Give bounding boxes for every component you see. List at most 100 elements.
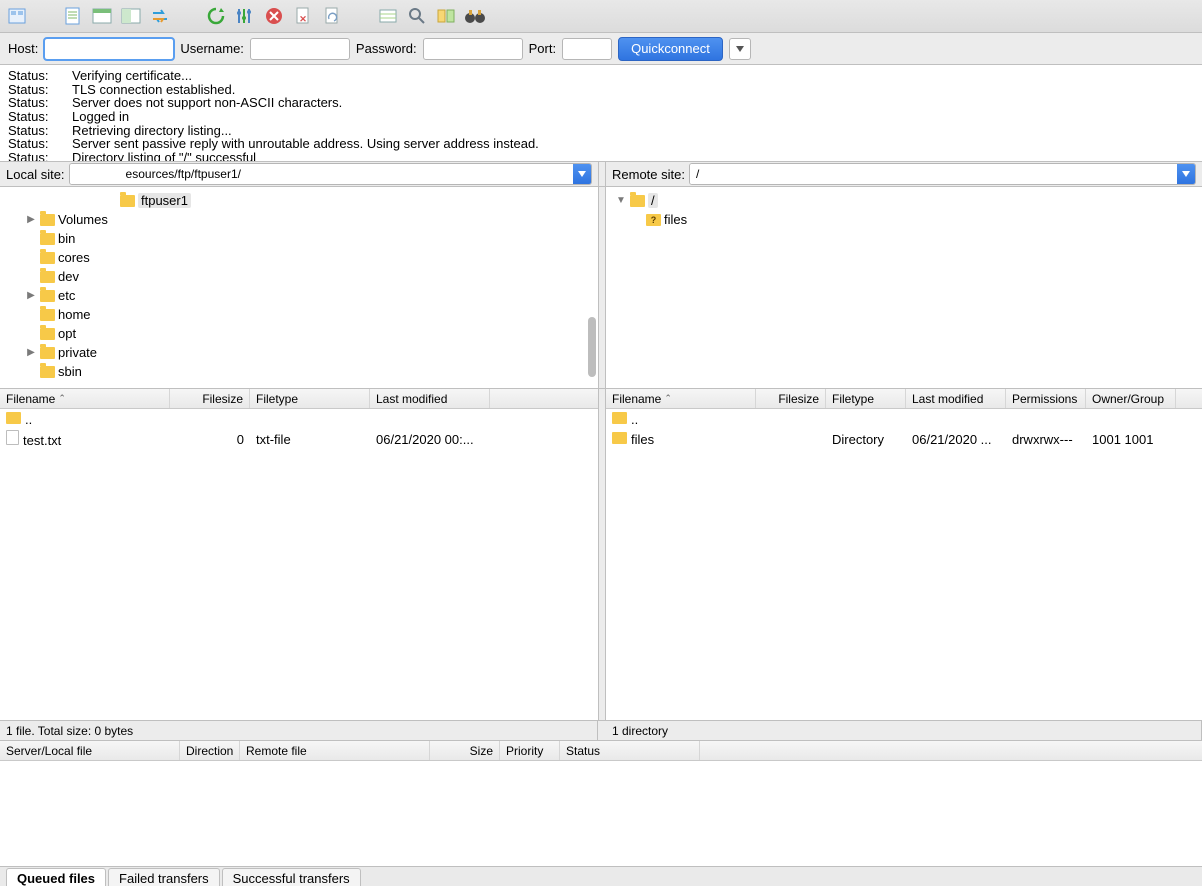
log-label: Status: — [8, 96, 52, 110]
host-input[interactable] — [44, 38, 174, 60]
refresh-icon[interactable] — [203, 3, 229, 29]
log-row: Status:Server sent passive reply with un… — [8, 137, 1194, 151]
sync-icon[interactable] — [147, 3, 173, 29]
local-list-body[interactable]: ..test.txt0txt-file06/21/2020 00:... — [0, 409, 598, 720]
folder-icon — [6, 412, 21, 424]
chevron-down-icon[interactable] — [1177, 164, 1195, 184]
list-item[interactable]: .. — [0, 409, 598, 429]
remote-site-input[interactable] — [690, 164, 1177, 184]
vertical-splitter[interactable] — [598, 187, 606, 388]
local-site-combo[interactable] — [69, 163, 592, 185]
local-file-list: Filename⌃ Filesize Filetype Last modifie… — [0, 389, 598, 720]
vertical-splitter[interactable] — [598, 162, 606, 186]
tab-successful-transfers[interactable]: Successful transfers — [222, 868, 361, 886]
disclosure-triangle-icon[interactable]: ▶ — [25, 214, 37, 225]
col-priority[interactable]: Priority — [500, 741, 560, 760]
disclosure-triangle-icon[interactable]: ▶ — [25, 290, 37, 301]
tree-item[interactable]: ▼/ — [606, 191, 1202, 210]
folder-icon — [40, 347, 55, 359]
list-item[interactable]: test.txt0txt-file06/21/2020 00:... — [0, 429, 598, 449]
list-item[interactable]: filesDirectory06/21/2020 ...drwxrwx---10… — [606, 429, 1202, 449]
tree-item[interactable]: home — [0, 305, 598, 324]
log-row: Status:Server does not support non-ASCII… — [8, 96, 1194, 110]
folder-icon — [40, 233, 55, 245]
scrollbar-thumb[interactable] — [588, 317, 596, 377]
col-server[interactable]: Server/Local file — [0, 741, 180, 760]
quickconnect-history-dropdown[interactable] — [729, 38, 751, 60]
tab-failed-transfers[interactable]: Failed transfers — [108, 868, 220, 886]
document-icon[interactable] — [60, 3, 86, 29]
local-column-headers[interactable]: Filename⌃ Filesize Filetype Last modifie… — [0, 389, 598, 409]
folder-unknown-icon: ? — [646, 214, 661, 226]
binoculars-icon[interactable] — [462, 3, 488, 29]
tree-item[interactable]: ftpuser1 — [0, 191, 598, 210]
remote-tree[interactable]: ▼/?files — [606, 187, 1202, 388]
site-path-row: Local site: Remote site: — [0, 162, 1202, 187]
site-manager-icon[interactable] — [4, 3, 30, 29]
tree-item[interactable]: ▶private — [0, 343, 598, 362]
queue-body[interactable] — [0, 761, 1202, 866]
col-filename: Filename⌃ — [606, 389, 756, 408]
tree-item[interactable]: ▶Volumes — [0, 210, 598, 229]
remote-list-body[interactable]: .. filesDirectory06/21/2020 ...drwxrwx---… — [606, 409, 1202, 720]
list-view-icon[interactable] — [375, 3, 401, 29]
delete-file-icon[interactable]: ✕ — [290, 3, 316, 29]
list-item[interactable]: .. — [606, 409, 1202, 429]
sort-asc-icon: ⌃ — [664, 393, 672, 404]
username-input[interactable] — [250, 38, 350, 60]
local-site-input[interactable] — [70, 164, 573, 184]
col-filetype: Filetype — [250, 389, 370, 408]
panel-toggle-2-icon[interactable] — [118, 3, 144, 29]
chevron-down-icon[interactable] — [573, 164, 591, 184]
reconnect-file-icon[interactable] — [319, 3, 345, 29]
remote-site-combo[interactable] — [689, 163, 1196, 185]
tree-item-name: opt — [58, 326, 76, 341]
tree-item[interactable]: ▶etc — [0, 286, 598, 305]
tree-item[interactable]: bin — [0, 229, 598, 248]
col-size[interactable]: Size — [430, 741, 500, 760]
tab-queued-files[interactable]: Queued files — [6, 868, 106, 886]
col-status[interactable]: Status — [560, 741, 700, 760]
local-tree[interactable]: ftpuser1▶Volumesbincoresdev▶etc home opt ▶p… — [0, 187, 598, 388]
col-remote[interactable]: Remote file — [240, 741, 430, 760]
tree-item[interactable]: opt — [0, 324, 598, 343]
disclosure-triangle-icon[interactable]: ▶ — [25, 347, 37, 358]
tree-row: ftpuser1▶Volumesbincoresdev▶etc home opt ▶p… — [0, 187, 1202, 389]
cancel-icon[interactable] — [261, 3, 287, 29]
tree-item-name: sbin — [58, 364, 82, 379]
log-message: Directory listing of "/" successful — [72, 151, 256, 162]
folder-icon — [612, 412, 627, 424]
disclosure-triangle-icon[interactable]: ▼ — [615, 195, 627, 206]
col-direction[interactable]: Direction — [180, 741, 240, 760]
quickconnect-button[interactable]: Quickconnect — [618, 37, 723, 61]
tree-item[interactable]: ?files — [606, 210, 1202, 229]
log-label: Status: — [8, 151, 52, 162]
col-permissions: Permissions — [1006, 389, 1086, 408]
port-input[interactable] — [562, 38, 612, 60]
tree-item[interactable]: dev — [0, 267, 598, 286]
tree-item[interactable]: cores — [0, 248, 598, 267]
file-name: .. — [631, 412, 638, 427]
log-message: Verifying certificate... — [72, 69, 192, 83]
username-label: Username: — [180, 41, 244, 56]
remote-column-headers[interactable]: Filename⌃ Filesize Filetype Last modifie… — [606, 389, 1202, 409]
password-input[interactable] — [423, 38, 523, 60]
host-label: Host: — [8, 41, 38, 56]
local-site-label: Local site: — [6, 167, 65, 182]
tree-item-name: home — [58, 307, 91, 322]
file-modified: 06/21/2020 ... — [906, 432, 1006, 447]
compare-icon[interactable] — [433, 3, 459, 29]
file-name: files — [631, 432, 654, 447]
col-filesize: Filesize — [170, 389, 250, 408]
search-icon[interactable] — [404, 3, 430, 29]
log-label: Status: — [8, 110, 52, 124]
log-row: Status:Retrieving directory listing... — [8, 124, 1194, 138]
filter-icon[interactable] — [232, 3, 258, 29]
vertical-splitter[interactable] — [598, 389, 606, 720]
folder-icon — [40, 366, 55, 378]
tree-item[interactable]: sbin — [0, 362, 598, 381]
queue-column-headers[interactable]: Server/Local file Direction Remote file … — [0, 741, 1202, 761]
panel-toggle-1-icon[interactable] — [89, 3, 115, 29]
message-log[interactable]: Status:Verifying certificate...Status:TL… — [0, 65, 1202, 162]
folder-icon — [40, 214, 55, 226]
